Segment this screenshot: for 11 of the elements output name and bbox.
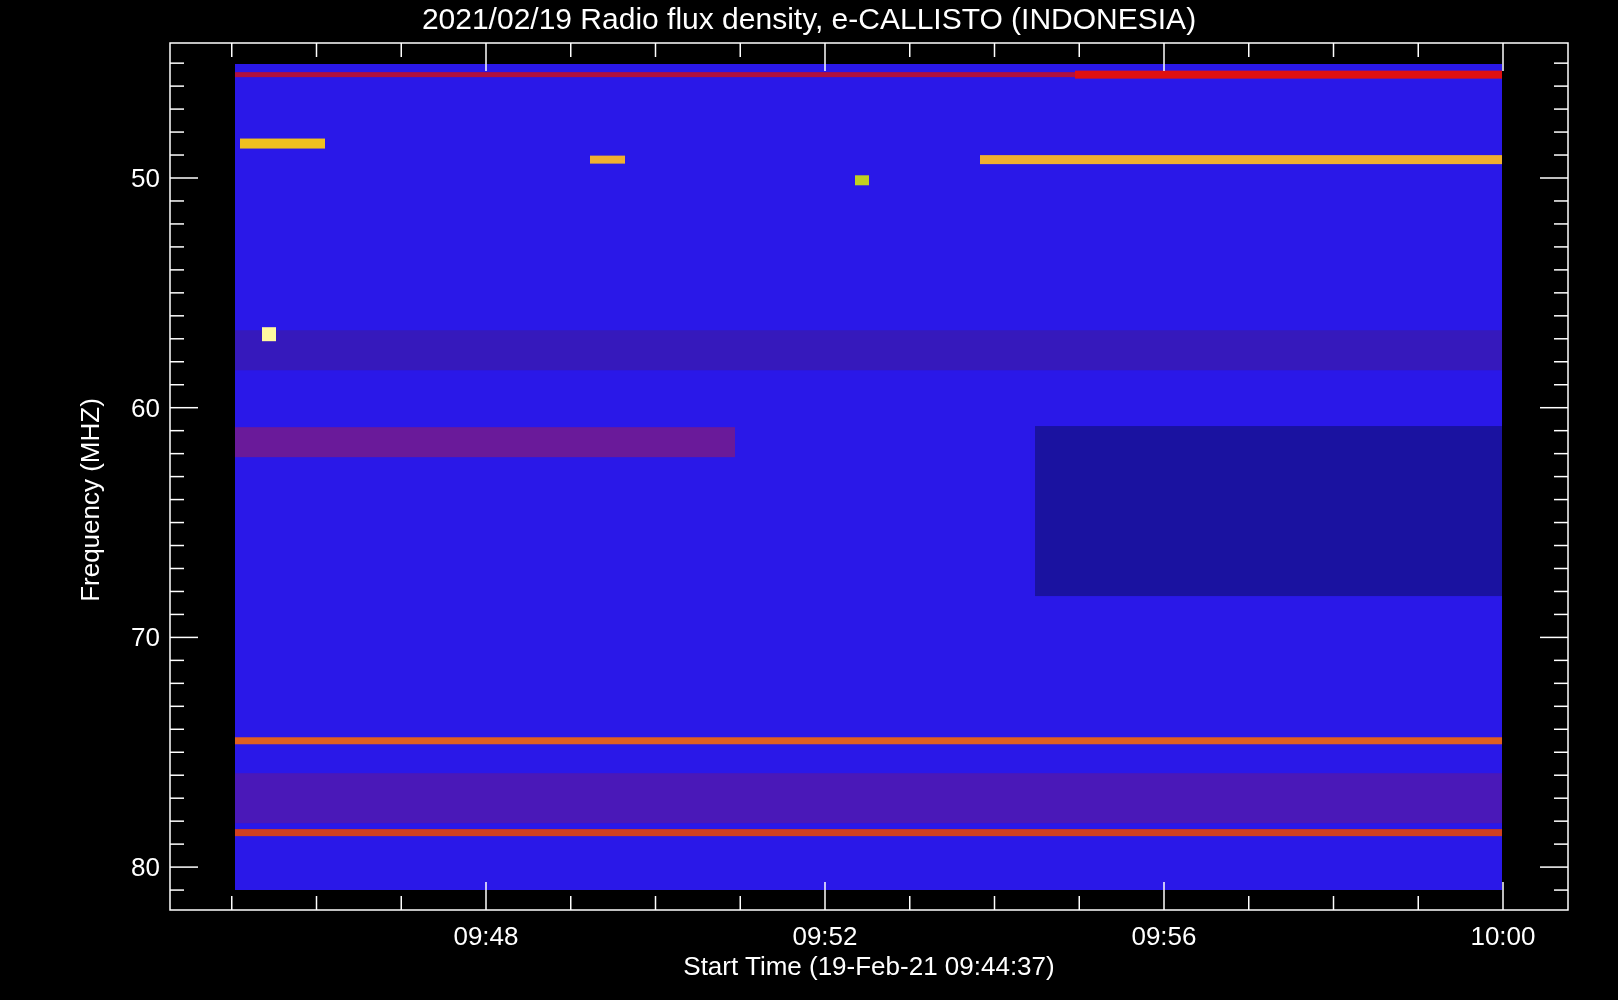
y-axis-title: Frequency (MHZ) <box>77 398 103 602</box>
y-tick-label: 60 <box>131 394 160 421</box>
y-tick-label: 80 <box>131 854 160 881</box>
x-tick-label: 09:52 <box>791 923 859 949</box>
y-tick-label: 70 <box>131 624 160 651</box>
x-tick-label: 09:56 <box>1130 923 1198 949</box>
x-tick-label: 09:48 <box>452 923 520 949</box>
y-tick-label: 50 <box>131 165 160 191</box>
x-tick-label: 10:00 <box>1469 923 1537 949</box>
x-axis-title: Start Time (19-Feb-21 09:44:37) <box>682 953 1056 979</box>
chart-title: 2021/02/19 Radio flux density, e-CALLISTO (INDONESIA) <box>420 4 1198 34</box>
